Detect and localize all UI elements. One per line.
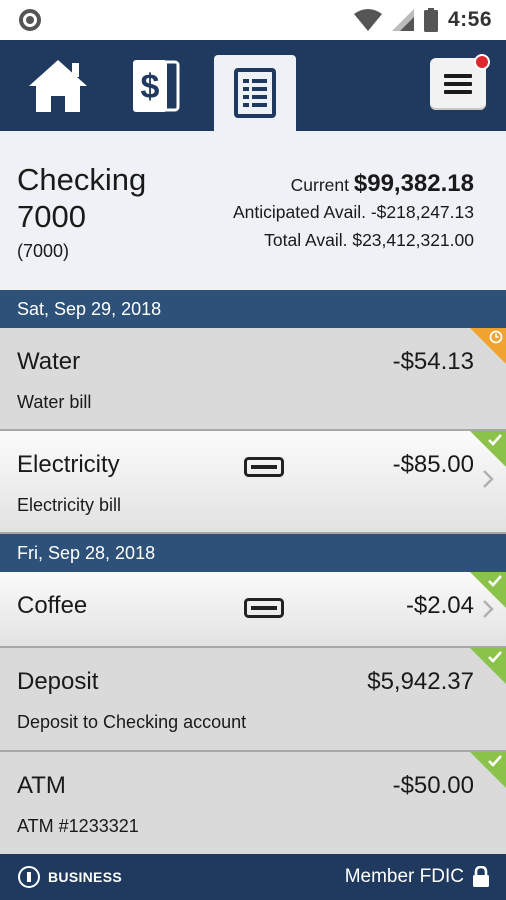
transaction-row[interactable]: Coffee -$2.04 <box>0 572 506 648</box>
chevron-right-icon <box>483 470 494 488</box>
register-list-icon <box>234 68 276 118</box>
check-icon <box>488 575 502 587</box>
fdic-label: Member FDIC <box>344 866 464 887</box>
check-icon <box>488 434 502 446</box>
status-icons: 4:56 <box>353 0 492 40</box>
transaction-row[interactable]: Electricity -$85.00 Electricity bill <box>0 431 506 534</box>
svg-text:$: $ <box>141 68 160 106</box>
fdic-notice: Member FDIC <box>345 854 490 900</box>
notification-badge <box>474 54 490 70</box>
clock: 4:56 <box>447 8 492 31</box>
date-header: Sat, Sep 29, 2018 <box>0 290 506 328</box>
battery-icon <box>423 8 438 32</box>
tab-accounts[interactable]: $ <box>124 40 190 131</box>
tab-home[interactable] <box>20 40 96 131</box>
menu-button[interactable] <box>430 54 490 110</box>
cell-signal-icon <box>391 9 414 31</box>
transaction-title: Water <box>17 348 81 375</box>
transaction-amount: -$54.13 <box>392 348 474 375</box>
card-icon <box>244 598 284 618</box>
transaction-amount: -$50.00 <box>392 772 474 799</box>
business-label: BUSINESS <box>48 869 122 885</box>
home-icon <box>29 59 87 112</box>
transaction-description: Electricity bill <box>17 495 122 515</box>
business-link[interactable]: BUSINESS <box>18 854 122 900</box>
lock-icon <box>473 866 489 887</box>
transaction-title: Deposit <box>17 668 99 695</box>
clock-icon <box>489 330 503 344</box>
date-header: Fri, Sep 28, 2018 <box>0 534 506 572</box>
wifi-icon <box>353 9 382 31</box>
current-balance-value: $99,382.18 <box>353 170 474 197</box>
anticipated-balance-value: -$218,247.13 <box>370 202 474 222</box>
transaction-amount: -$2.04 <box>405 592 474 619</box>
transaction-amount: -$85.00 <box>392 451 474 478</box>
hamburger-menu-icon <box>444 74 472 94</box>
footer: BUSINESS Member FDIC <box>0 854 506 900</box>
transaction-title: Electricity <box>17 451 120 478</box>
transaction-amount: $5,942.37 <box>367 668 474 695</box>
transaction-description: Water bill <box>17 392 92 412</box>
total-balance-label: Total Avail. <box>264 230 348 250</box>
top-nav: $ <box>0 40 506 131</box>
total-balance-row: Total Avail. $23,412,321.00 <box>233 227 474 255</box>
transaction-row[interactable]: Deposit $5,942.37 Deposit to Checking ac… <box>0 648 506 752</box>
total-balance-value: $23,412,321.00 <box>352 230 474 250</box>
notification-circle-icon <box>19 9 41 31</box>
check-icon <box>488 755 502 767</box>
balances: Current $99,382.18 Anticipated Avail. -$… <box>233 171 474 255</box>
tab-register[interactable] <box>214 55 296 131</box>
transaction-description: Deposit to Checking account <box>17 712 247 732</box>
current-balance-row: Current $99,382.18 <box>233 171 474 199</box>
anticipated-balance-row: Anticipated Avail. -$218,247.13 <box>233 199 474 227</box>
transaction-title: ATM <box>17 772 66 799</box>
business-logo-icon <box>18 866 40 888</box>
dollar-cards-icon: $ <box>133 59 180 112</box>
transaction-row[interactable]: ATM -$50.00 ATM #1233321 <box>0 752 506 854</box>
anticipated-balance-label: Anticipated Avail. <box>233 202 366 222</box>
current-balance-label: Current <box>290 175 349 195</box>
check-icon <box>488 651 502 663</box>
card-icon <box>244 457 284 477</box>
status-bar: 4:56 <box>0 0 506 40</box>
transaction-title: Coffee <box>17 592 88 619</box>
account-summary: Checking 7000 (7000) Current $99,382.18 … <box>0 131 506 290</box>
account-name: Checking 7000 <box>17 162 147 234</box>
transaction-row[interactable]: Water -$54.13 Water bill <box>0 328 506 431</box>
account-number: (7000) <box>17 241 70 261</box>
transaction-description: ATM #1233321 <box>17 816 139 836</box>
